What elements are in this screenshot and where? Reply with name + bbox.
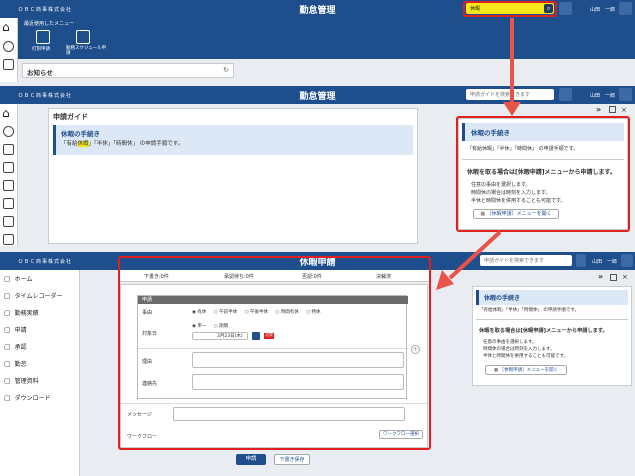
arrow-head-down (503, 102, 521, 116)
arrow-diagonal (448, 230, 502, 280)
arrow-head-diagonal (436, 270, 454, 290)
flow-arrows (436, 18, 521, 290)
